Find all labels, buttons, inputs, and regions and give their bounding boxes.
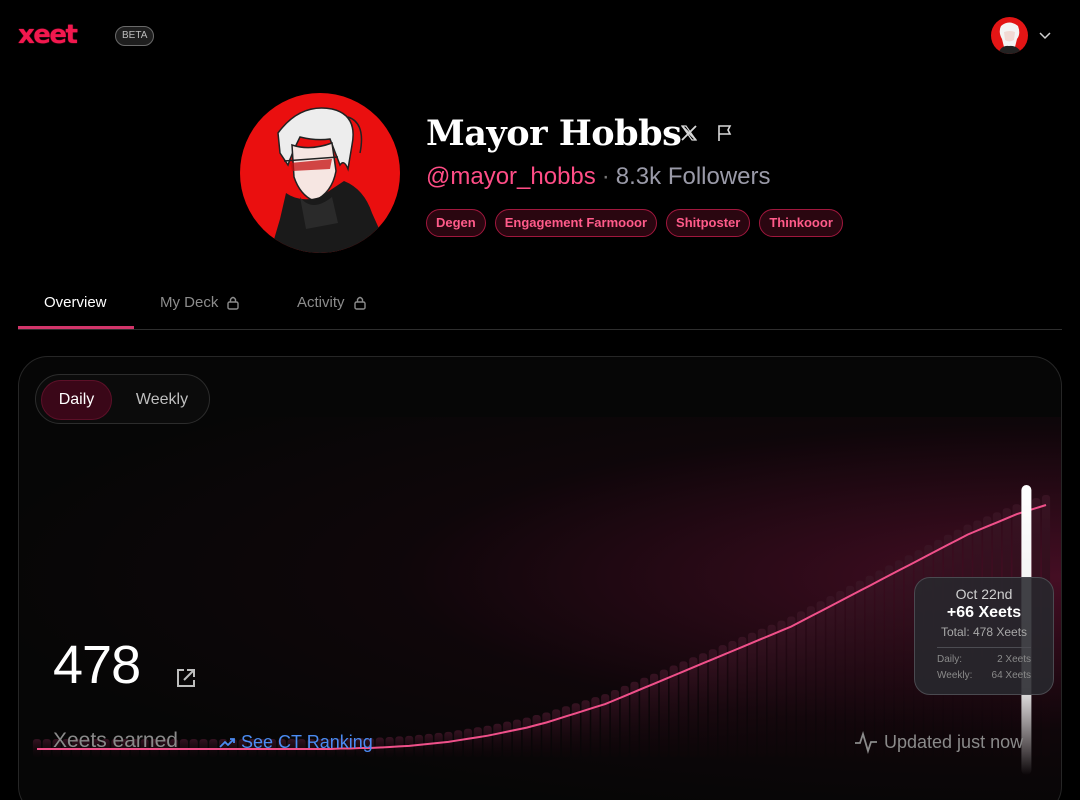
chart-bar <box>738 636 747 757</box>
profile-tags: Degen Engagement Farmooor Shitposter Thi… <box>426 209 843 237</box>
x-twitter-icon[interactable] <box>679 123 699 143</box>
profile-tabs: Overview My Deck Activity <box>18 280 1062 330</box>
tooltip-daily-value: 2 Xeets <box>997 654 1031 665</box>
chart-bar <box>512 719 522 757</box>
top-bar: xeet BETA <box>0 0 1080 70</box>
chart-bar <box>777 620 786 757</box>
tooltip-daily-label: Daily: <box>937 654 963 665</box>
chart-bar <box>826 596 835 757</box>
chart-bar <box>669 665 678 757</box>
tooltip-weekly-row: Weekly: 64 Xeets <box>915 668 1053 684</box>
xeets-earned-label: Xeets earned <box>53 729 178 752</box>
external-link-icon[interactable] <box>174 666 198 690</box>
chart-bar <box>708 649 717 757</box>
ct-ranking-link[interactable]: See CT Ranking <box>219 732 373 753</box>
chart-bar <box>503 721 512 757</box>
tag-engagement-farmooor: Engagement Farmooor <box>494 209 658 237</box>
tooltip-daily-row: Daily: 2 Xeets <box>915 652 1053 668</box>
chart-bar <box>463 728 473 757</box>
chart-tooltip: Oct 22nd +66 Xeets Total: 478 Xeets Dail… <box>914 577 1054 695</box>
separator: · <box>601 163 610 190</box>
tab-activity[interactable]: Activity <box>297 294 367 311</box>
tooltip-gain: +66 Xeets <box>946 604 1022 621</box>
tooltip-weekly-value: 64 Xeets <box>991 670 1031 681</box>
chart-bar <box>885 565 894 757</box>
flag-icon[interactable] <box>715 123 735 143</box>
lock-icon <box>227 296 240 310</box>
tooltip-total: Total: 478 Xeets <box>940 625 1028 639</box>
updated-status: Updated just now <box>854 730 1023 754</box>
active-tab-indicator <box>18 326 134 329</box>
chart-bar <box>650 673 659 757</box>
chart-bar <box>806 606 815 757</box>
user-avatar[interactable] <box>991 17 1028 54</box>
chart-bar <box>836 591 845 757</box>
chart-bar <box>767 624 776 757</box>
chart-bar <box>816 601 825 757</box>
updated-label: Updated just now <box>884 731 1024 752</box>
chart-bar <box>748 632 757 757</box>
daily-toggle-button[interactable]: Daily <box>41 380 112 420</box>
profile-handle[interactable]: @mayor_hobbs <box>426 163 596 190</box>
chart-bar <box>424 733 433 757</box>
chart-bar <box>757 628 766 757</box>
chart-bar <box>797 611 806 757</box>
chart-bar <box>434 732 443 757</box>
lock-icon <box>353 296 366 310</box>
profile-avatar <box>240 93 400 253</box>
chart-bar <box>787 616 796 757</box>
xeet-logo[interactable]: xeet <box>18 20 78 50</box>
chart-bar <box>444 731 453 757</box>
trending-up-icon <box>219 737 235 748</box>
chart-bar <box>689 657 698 757</box>
chart-bar <box>532 715 541 757</box>
tab-overview[interactable]: Overview <box>44 294 107 311</box>
chart-bar <box>561 706 571 757</box>
chart-bar <box>894 560 904 757</box>
chart-bar <box>473 727 482 757</box>
profile-name: Mayor Hobbs <box>426 113 682 154</box>
activity-pulse-icon <box>855 730 877 754</box>
chart-bar <box>454 730 463 757</box>
tab-my-deck[interactable]: My Deck <box>160 294 240 311</box>
tag-thinkooor: Thinkooor <box>759 209 843 237</box>
tooltip-divider <box>937 647 1031 648</box>
handle-line: @mayor_hobbs · 8.3k Followers <box>426 162 771 192</box>
chart-bar <box>728 641 737 757</box>
chart-bar <box>846 585 855 757</box>
chart-bar <box>493 723 502 757</box>
xeets-card: Daily Weekly 478 Xeets earned See CT Ran… <box>18 356 1062 800</box>
ct-ranking-label: See CT Ranking <box>241 732 373 752</box>
chart-bar <box>552 709 561 757</box>
total-xeets-value: 478 <box>53 635 141 695</box>
chevron-down-icon[interactable] <box>1038 28 1052 42</box>
chart-bar <box>522 717 531 757</box>
tag-degen: Degen <box>426 209 486 237</box>
follower-count: 8.3k Followers <box>615 163 771 190</box>
chart-bar <box>679 661 688 757</box>
chart-bar <box>699 653 708 757</box>
tooltip-date: Oct 22nd <box>955 586 1013 602</box>
chart-bar <box>718 645 727 757</box>
chart-bar <box>904 555 913 757</box>
period-toggle: Daily Weekly <box>35 374 210 424</box>
series-line <box>37 504 1047 750</box>
tooltip-weekly-label: Weekly: <box>937 670 973 681</box>
tab-activity-label: Activity <box>297 294 345 311</box>
chart-bar <box>542 712 551 757</box>
tab-overview-label: Overview <box>44 294 107 311</box>
weekly-toggle-button[interactable]: Weekly <box>124 380 200 420</box>
chart-bar <box>483 725 492 757</box>
tag-shitposter: Shitposter <box>666 209 751 237</box>
beta-badge: BETA <box>115 26 155 46</box>
tab-my-deck-label: My Deck <box>160 294 219 311</box>
chart-bar <box>659 669 668 757</box>
